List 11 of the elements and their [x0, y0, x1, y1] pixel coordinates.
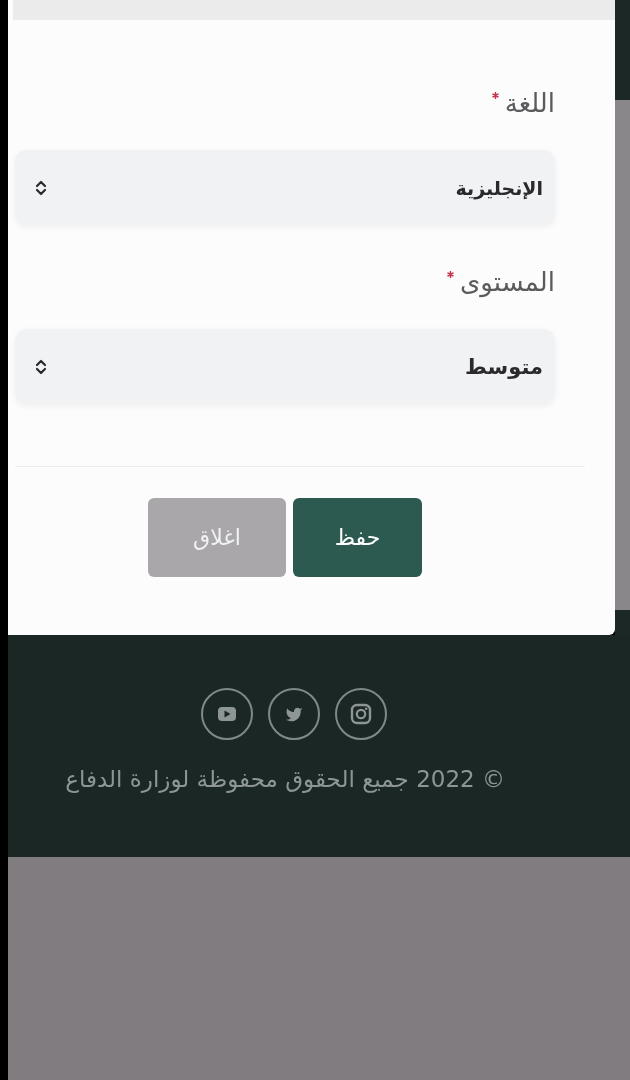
- up-down-chevron-icon: [35, 179, 47, 196]
- select-field[interactable]: متوسط: [15, 329, 555, 404]
- play-icon[interactable]: [201, 688, 253, 740]
- up-down-chevron-icon: [35, 358, 47, 375]
- select-field[interactable]: الإنجليزية: [15, 150, 555, 225]
- camera-icon[interactable]: [335, 688, 387, 740]
- save-button[interactable]: حفظ: [293, 498, 422, 577]
- bird-icon[interactable]: [268, 688, 320, 740]
- field-label: اللغة: [504, 87, 555, 120]
- field-label: المستوى: [460, 266, 555, 299]
- copyright-text: © 2022 جميع الحقوق محفوظة لوزارة الدفاع: [65, 765, 505, 794]
